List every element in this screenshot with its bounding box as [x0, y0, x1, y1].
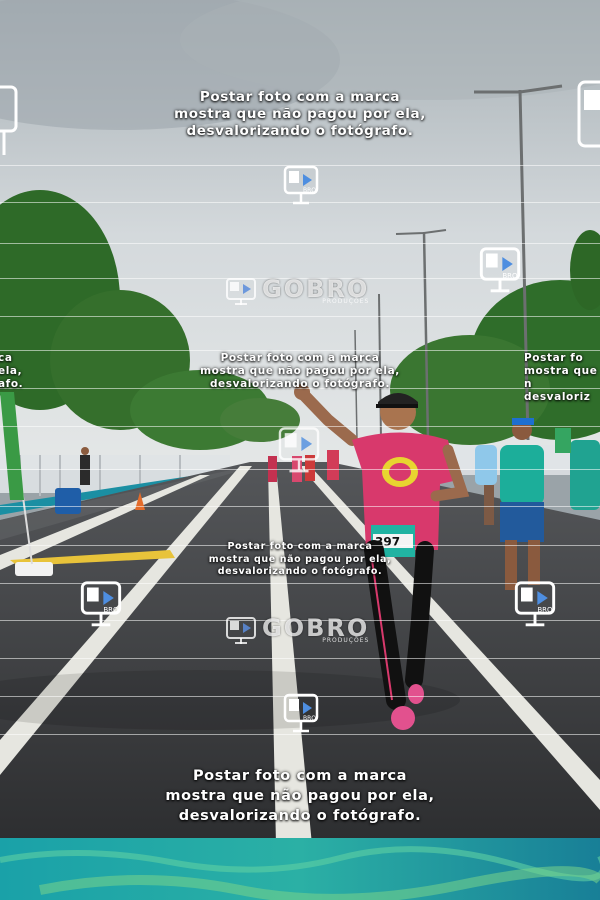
- camera-label: BRO: [502, 272, 518, 280]
- watermark-message: Postar foto com a marca mostra que não p…: [165, 768, 435, 824]
- brand-name: GOBRO: [262, 274, 370, 303]
- camera-play-icon: [0, 85, 18, 155]
- camera-play-icon: [278, 427, 320, 473]
- camera-play-icon: [226, 617, 256, 644]
- camera-play-icon: BRO: [479, 247, 521, 293]
- camera-label: BRO: [537, 606, 553, 614]
- watermark-message-fragment-right: Postar fo mostra que n desvaloriz: [524, 352, 598, 403]
- watermark-line: [0, 506, 600, 507]
- camera-label: BRO: [103, 606, 119, 614]
- brand-name: GOBRO: [262, 613, 370, 642]
- watermark-line: [0, 350, 600, 351]
- gobro-logo: GOBRO PRODUÇÕES: [226, 615, 369, 645]
- watermark-message: Postar foto com a marca mostra que não p…: [200, 352, 400, 390]
- watermark-message: Postar foto com a marca mostra que não p…: [174, 89, 426, 139]
- watermark-line: [0, 316, 600, 317]
- camera-play-icon: BRO: [283, 165, 319, 205]
- camera-label: BRO: [303, 715, 316, 722]
- camera-play-icon: BRO: [514, 581, 556, 627]
- watermark-message-fragment-left: ca ela, afo.: [0, 352, 24, 390]
- camera-play-icon: BRO: [80, 581, 122, 627]
- camera-play-icon: [577, 80, 600, 148]
- gobro-logo: GOBRO PRODUÇÕES: [226, 276, 369, 306]
- watermark-layer: Postar foto com a marca mostra que não p…: [0, 0, 600, 900]
- watermark-line: [0, 658, 600, 659]
- watermark-message: Postar foto com a marca mostra que não p…: [208, 541, 392, 577]
- camera-play-icon: BRO: [283, 693, 319, 733]
- camera-play-icon: [226, 278, 256, 305]
- camera-label: BRO: [303, 187, 316, 194]
